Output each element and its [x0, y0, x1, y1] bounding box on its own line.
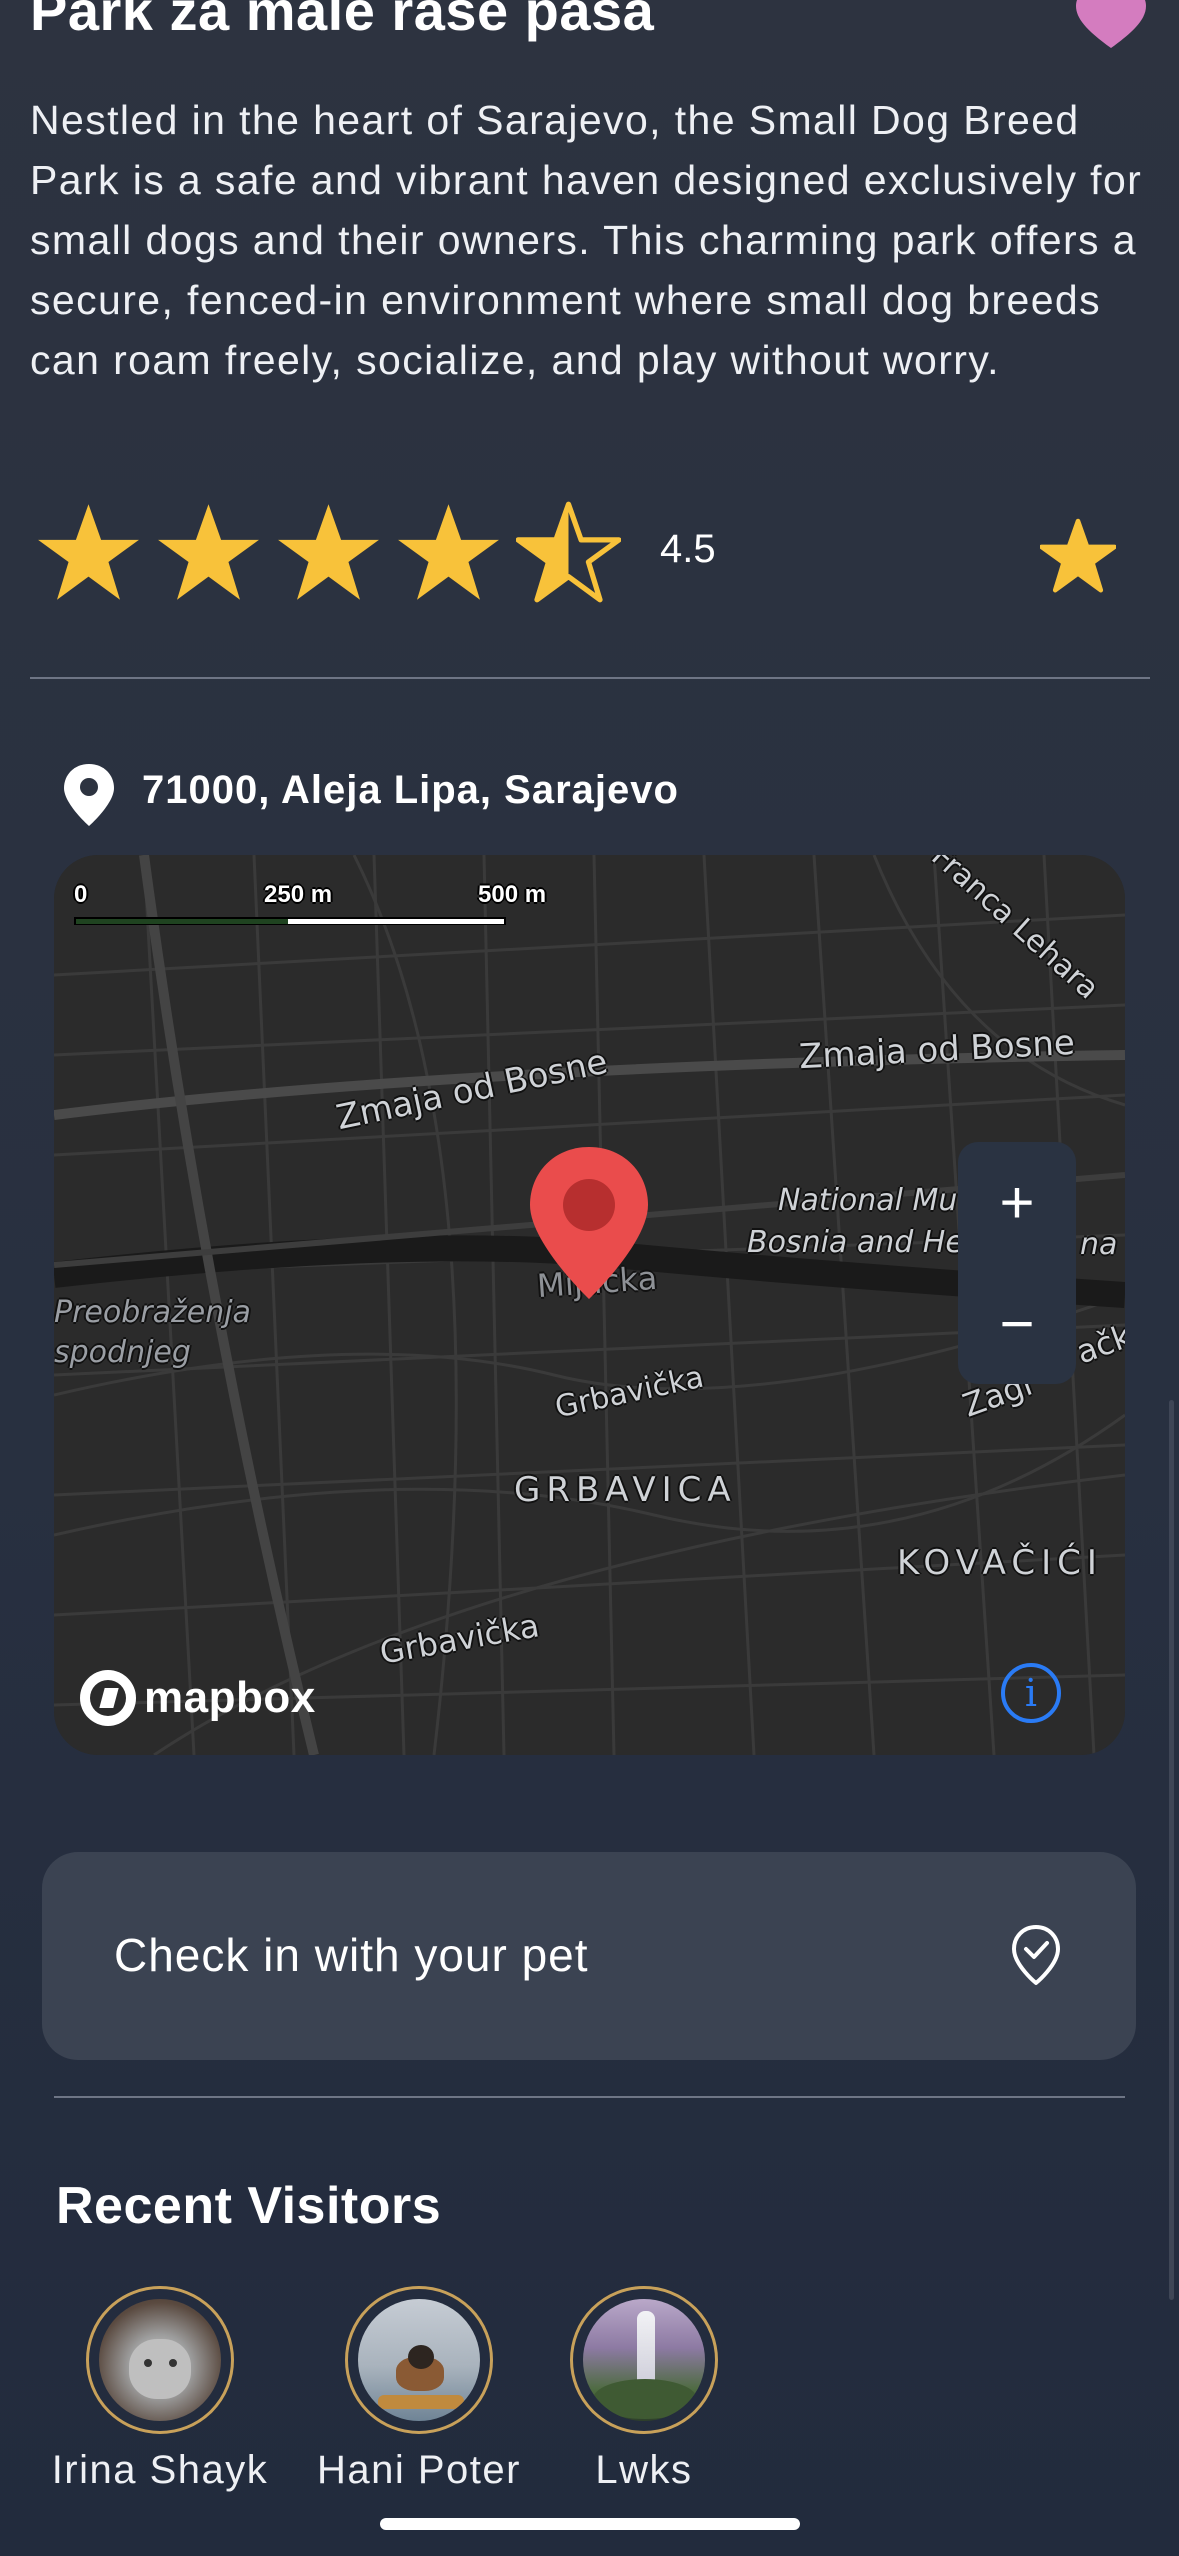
avatar: [86, 2286, 234, 2434]
park-title: Park za male rase pasa: [30, 0, 655, 42]
map-view[interactable]: 0 250 m 500 m Zmaja od Bosne Zmaja od Bo…: [54, 855, 1125, 1755]
heart-icon[interactable]: [1076, 0, 1146, 50]
divider: [30, 677, 1150, 679]
star-rating: [36, 500, 636, 605]
map-label: na: [1080, 1227, 1118, 1262]
avatar: [570, 2286, 718, 2434]
map-label: Bosnia and He: [747, 1225, 964, 1260]
star-half-icon: [516, 501, 621, 603]
scale-label: 250 m: [264, 881, 333, 908]
visitor-item[interactable]: Lwks: [534, 2286, 754, 2493]
visitor-name: Lwks: [595, 2448, 693, 2492]
rate-star-icon[interactable]: [1040, 518, 1116, 594]
map-label: KOVAČIĆI: [897, 1543, 1103, 1583]
mapbox-logo[interactable]: mapbox: [80, 1670, 316, 1726]
map-scale: 0 250 m 500 m: [74, 881, 594, 941]
zoom-controls: + −: [958, 1142, 1076, 1384]
map-label: Preobraženja: [54, 1295, 251, 1330]
park-address: 71000, Aleja Lipa, Sarajevo: [142, 768, 679, 812]
info-icon[interactable]: i: [1001, 1663, 1061, 1723]
park-description: Nestled in the heart of Sarajevo, the Sm…: [30, 97, 1143, 383]
zoom-in-button[interactable]: +: [958, 1142, 1076, 1263]
scrollbar[interactable]: [1169, 1400, 1174, 2300]
zoom-out-button[interactable]: −: [958, 1263, 1076, 1384]
map-label: National Mu: [778, 1183, 958, 1218]
mapbox-wordmark: mapbox: [144, 1673, 316, 1722]
rating-value: 4.5: [660, 527, 716, 571]
visitor-item[interactable]: Irina Shayk: [50, 2286, 270, 2493]
star-full-icon: [38, 504, 139, 600]
visitor-name: Irina Shayk: [51, 2448, 269, 2492]
scale-label: 500 m: [478, 881, 547, 908]
map-label: spodnjeg: [54, 1335, 191, 1370]
avatar: [345, 2286, 493, 2434]
star-full-icon: [278, 504, 379, 600]
divider: [54, 2096, 1125, 2098]
scale-label: 0: [74, 881, 88, 908]
check-in-label: Check in with your pet: [114, 1929, 589, 1981]
visitor-name: Hani Poter: [317, 2448, 521, 2492]
visitor-item[interactable]: Hani Poter: [309, 2286, 529, 2493]
location-pin-icon: [64, 764, 114, 826]
check-in-button[interactable]: Check in with your pet: [42, 1852, 1136, 2060]
home-indicator[interactable]: [380, 2518, 800, 2530]
map-label: GRBAVICA: [514, 1470, 737, 1510]
mapbox-mark-icon: [80, 1670, 136, 1726]
map-marker-icon[interactable]: [524, 1143, 654, 1303]
location-check-icon: [1012, 1925, 1060, 1985]
star-full-icon: [158, 504, 259, 600]
star-full-icon: [398, 504, 499, 600]
recent-visitors-heading: Recent Visitors: [56, 2177, 442, 2235]
